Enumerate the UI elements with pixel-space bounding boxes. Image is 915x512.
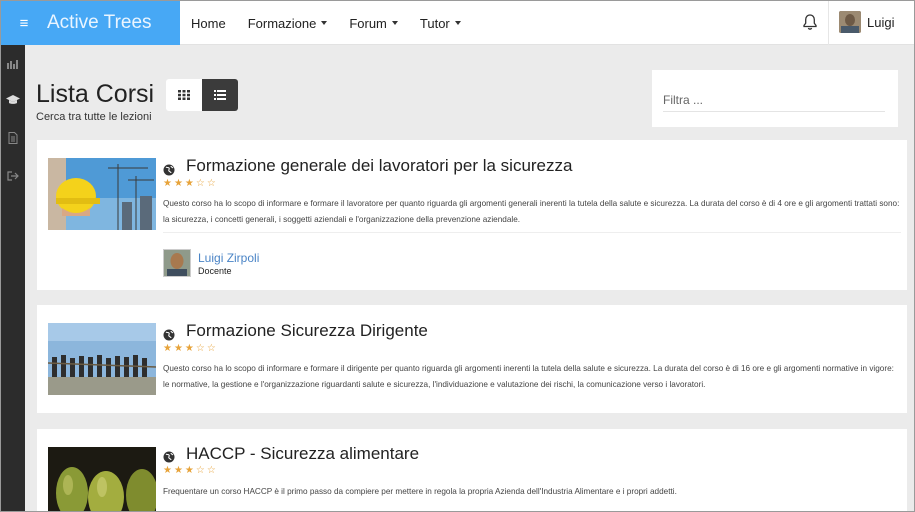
- course-thumbnail[interactable]: [48, 447, 156, 511]
- page-subtitle: Cerca tra tutte le lezioni: [36, 111, 152, 123]
- star-rating: ★★★☆☆: [163, 343, 218, 354]
- globe-icon: [163, 163, 175, 176]
- user-menu[interactable]: Luigi: [839, 11, 894, 33]
- author-meta: Luigi Zirpoli Docente: [198, 251, 259, 276]
- top-navbar: ≡ Active Trees Home Formazione Forum Tut…: [1, 1, 914, 45]
- nav-item-label: Tutor: [419, 15, 450, 31]
- chart-icon[interactable]: [4, 55, 22, 73]
- brand-area[interactable]: ≡ Active Trees: [1, 1, 180, 45]
- card-divider: [163, 232, 901, 233]
- main-nav: Home Formazione Forum Tutor: [180, 1, 472, 45]
- user-avatar[interactable]: [839, 11, 861, 33]
- course-thumbnail[interactable]: [48, 323, 156, 395]
- navbar-divider: [828, 1, 829, 45]
- star-rating: ★★★☆☆: [163, 178, 218, 189]
- caret-down-icon: [391, 21, 398, 25]
- course-title[interactable]: Formazione generale dei lavoratori per l…: [186, 156, 572, 176]
- filter-input[interactable]: [663, 88, 885, 112]
- caret-down-icon: [454, 21, 461, 25]
- list-icon: [214, 90, 226, 100]
- bell-icon[interactable]: [802, 13, 818, 31]
- globe-icon: [163, 450, 175, 463]
- brand-title[interactable]: Active Trees: [47, 12, 152, 34]
- course-card[interactable]: Formazione Sicurezza Dirigente ★★★☆☆ Que…: [37, 305, 907, 413]
- nav-item-label: Formazione: [247, 15, 317, 31]
- document-icon[interactable]: [4, 129, 22, 147]
- course-title[interactable]: HACCP - Sicurezza alimentare: [186, 444, 419, 464]
- course-title[interactable]: Formazione Sicurezza Dirigente: [186, 321, 428, 341]
- nav-item-formazione[interactable]: Formazione: [237, 16, 339, 31]
- filter-panel: [652, 70, 898, 127]
- nav-item-label: Home: [191, 15, 226, 31]
- author-name-link[interactable]: Luigi Zirpoli: [198, 251, 259, 265]
- list-view-button[interactable]: [202, 79, 238, 111]
- course-thumbnail[interactable]: [48, 158, 156, 230]
- view-mode-toggle: [166, 79, 238, 111]
- course-description: Frequentare un corso HACCP è il primo pa…: [163, 487, 677, 496]
- course-author: Luigi Zirpoli Docente: [163, 249, 259, 277]
- nav-item-label: Forum: [349, 15, 387, 31]
- left-sidebar: [1, 45, 25, 511]
- app-frame: ≡ Active Trees Home Formazione Forum Tut…: [0, 0, 915, 512]
- grid-view-button[interactable]: [166, 79, 202, 111]
- sign-out-icon[interactable]: [4, 167, 22, 185]
- nav-item-tutor[interactable]: Tutor: [409, 16, 472, 31]
- graduation-cap-icon[interactable]: [4, 91, 22, 109]
- course-card[interactable]: Formazione generale dei lavoratori per l…: [37, 140, 907, 290]
- globe-icon: [163, 328, 175, 341]
- grid-icon: [178, 90, 190, 100]
- course-description: Questo corso ha lo scopo di informare e …: [163, 364, 894, 389]
- hamburger-icon[interactable]: ≡: [1, 15, 47, 32]
- nav-item-home[interactable]: Home: [180, 16, 237, 31]
- star-rating: ★★★☆☆: [163, 465, 218, 476]
- course-description: Questo corso ha lo scopo di informare e …: [163, 199, 900, 224]
- page-title: Lista Corsi: [36, 80, 155, 108]
- user-name[interactable]: Luigi: [867, 15, 894, 30]
- nav-item-forum[interactable]: Forum: [338, 16, 409, 31]
- author-role: Docente: [198, 265, 232, 276]
- caret-down-icon: [321, 21, 328, 25]
- course-card[interactable]: HACCP - Sicurezza alimentare ★★★☆☆ Frequ…: [37, 429, 907, 511]
- author-avatar[interactable]: [163, 249, 191, 277]
